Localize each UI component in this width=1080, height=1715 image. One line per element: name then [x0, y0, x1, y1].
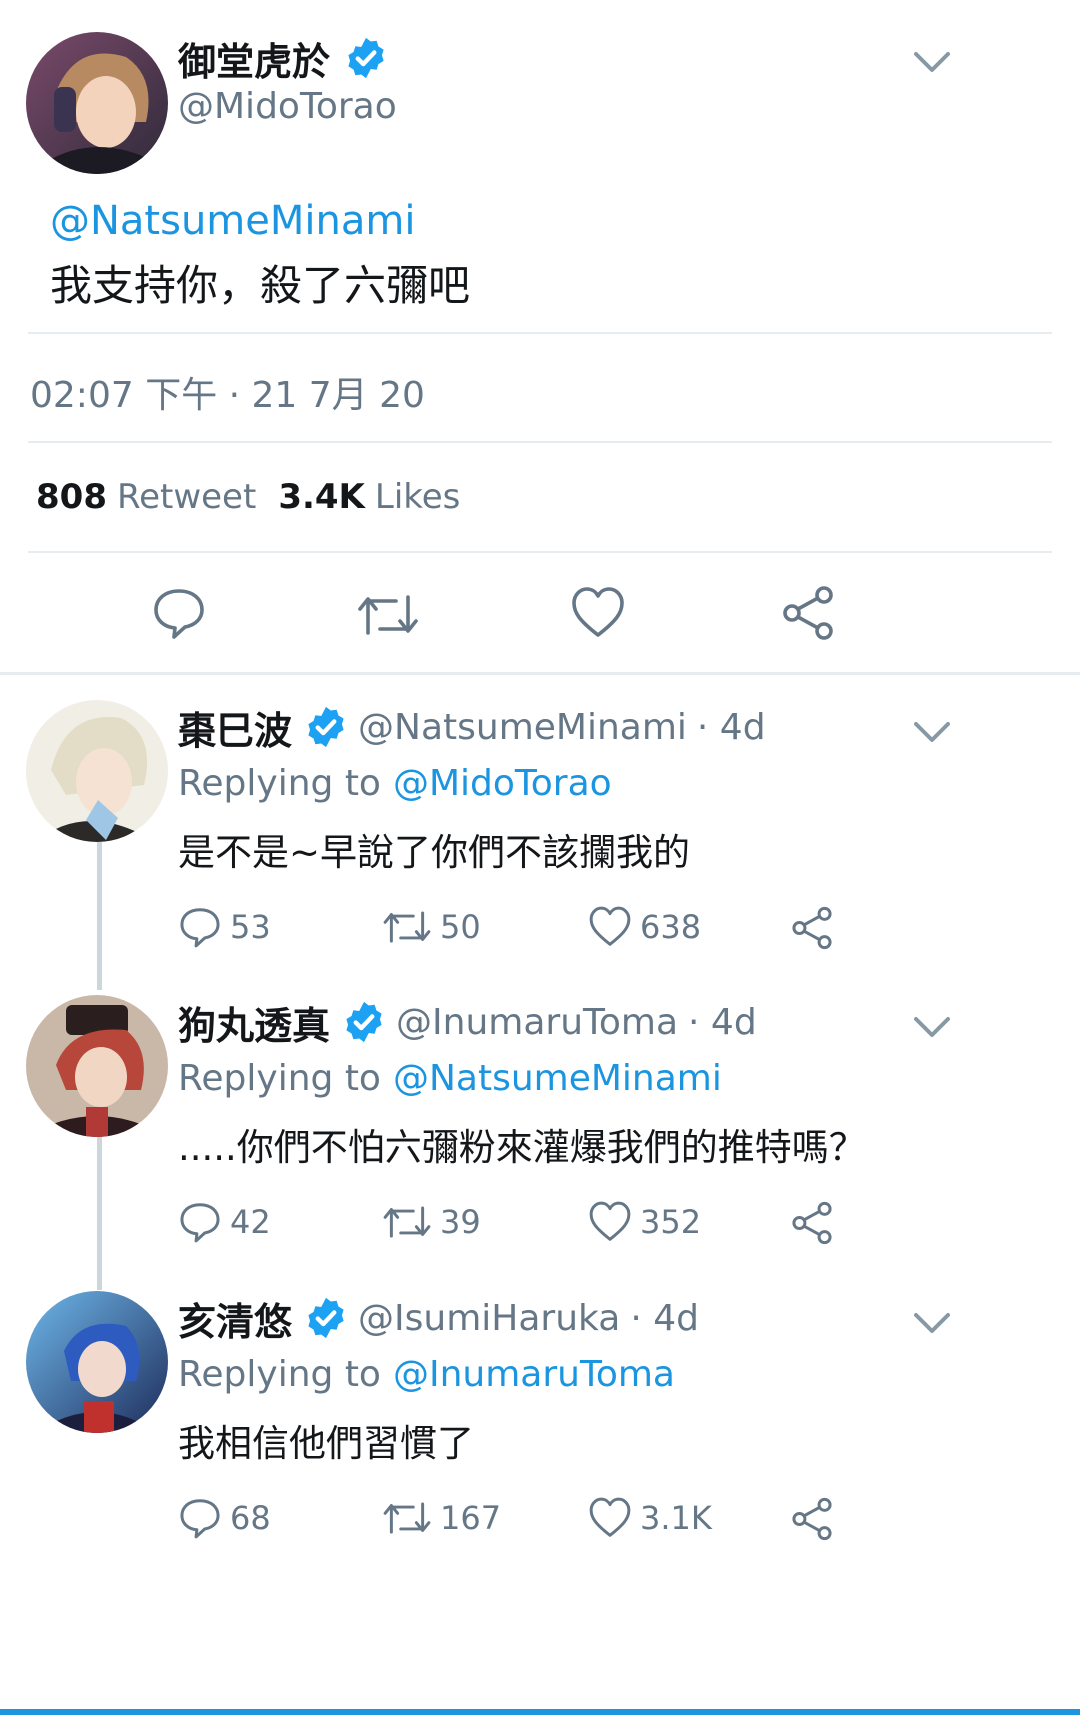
- reply-age: · 4d: [688, 1001, 757, 1043]
- reply-author-name[interactable]: 亥清悠: [178, 1291, 292, 1346]
- reply-count: 68: [230, 1499, 271, 1537]
- replying-to-link[interactable]: @MidoTorao: [393, 763, 612, 804]
- chevron-down-icon[interactable]: [912, 720, 952, 744]
- reply-text: .....你們不怕六彌粉來灌爆我們的推特嗎？: [178, 1126, 866, 1169]
- share-icon[interactable]: [790, 1201, 834, 1245]
- reply-text: 是不是~早說了你們不該攔我的: [178, 831, 691, 874]
- reply-age: · 4d: [630, 1297, 699, 1339]
- like-icon: [589, 1201, 631, 1241]
- verified-badge-icon: [308, 706, 344, 748]
- verified-badge-icon: [346, 1001, 382, 1043]
- reply-icon[interactable]: [151, 585, 207, 641]
- reply-author-handle[interactable]: @InumaruToma: [396, 1002, 678, 1043]
- retweet-icon: [383, 1502, 431, 1534]
- reply-count: 53: [230, 908, 271, 946]
- share-icon[interactable]: [780, 585, 836, 641]
- verified-badge-icon: [348, 37, 384, 79]
- retweet-count: 39: [440, 1203, 481, 1241]
- share-icon[interactable]: [790, 1497, 834, 1541]
- reply-age: · 4d: [696, 706, 766, 748]
- main-tweet-timestamp: 02:07 下午 · 21 7月 20: [30, 375, 425, 416]
- chevron-down-icon[interactable]: [912, 1015, 952, 1039]
- verified-badge-icon: [308, 1297, 344, 1339]
- reply-count: 42: [230, 1203, 271, 1241]
- bottom-accent-bar: [0, 1709, 1080, 1715]
- retweet-icon: [383, 1206, 431, 1238]
- like-count: 352: [640, 1203, 702, 1241]
- like-count: 638: [640, 908, 702, 946]
- reply-author-name[interactable]: 狗丸透真: [178, 995, 330, 1050]
- retweet-label[interactable]: Retweet: [117, 477, 256, 517]
- like-action[interactable]: 352: [588, 1200, 701, 1244]
- replying-to-link[interactable]: @NatsumeMinami: [393, 1058, 722, 1099]
- divider: [28, 332, 1052, 334]
- chevron-down-icon[interactable]: [912, 50, 952, 74]
- reply-icon: [180, 1499, 220, 1539]
- divider: [28, 551, 1052, 553]
- reply-action[interactable]: 68: [178, 1496, 271, 1540]
- like-count[interactable]: 3.4K: [278, 477, 365, 517]
- replying-to-label: Replying to: [178, 1058, 381, 1099]
- engagement-stats: 808 Retweet 3.4K Likes: [36, 477, 460, 517]
- reply-author-handle[interactable]: @NatsumeMinami: [358, 707, 687, 748]
- reply-author-avatar[interactable]: [26, 700, 168, 842]
- retweet-count: 50: [440, 908, 481, 946]
- main-author-avatar[interactable]: [26, 32, 168, 174]
- replying-to-label: Replying to: [178, 763, 381, 804]
- reply-author-name[interactable]: 棗巳波: [178, 700, 292, 755]
- reply-action[interactable]: 42: [178, 1200, 271, 1244]
- retweet-count[interactable]: 808: [36, 477, 107, 517]
- reply-text: 我相信他們習慣了: [178, 1422, 474, 1465]
- reply-action[interactable]: 53: [178, 905, 271, 949]
- divider: [28, 441, 1052, 443]
- reply-author-avatar[interactable]: [26, 995, 168, 1137]
- section-separator: [0, 672, 1080, 675]
- chevron-down-icon[interactable]: [912, 1311, 952, 1335]
- like-icon[interactable]: [570, 585, 626, 641]
- main-author-name[interactable]: 御堂虎於: [178, 31, 330, 86]
- replying-to-link[interactable]: @InumaruToma: [393, 1354, 675, 1395]
- like-action[interactable]: 638: [588, 905, 701, 949]
- like-icon: [589, 1497, 631, 1537]
- thread-line: [97, 1128, 102, 1290]
- reply-author-handle[interactable]: @IsumiHaruka: [358, 1298, 620, 1339]
- like-icon: [589, 906, 631, 946]
- replying-to-label: Replying to: [178, 1354, 381, 1395]
- retweet-icon: [383, 911, 431, 943]
- like-label[interactable]: Likes: [375, 477, 461, 517]
- like-action[interactable]: 3.1K: [588, 1496, 712, 1540]
- thread-line: [97, 835, 102, 990]
- reply-icon: [180, 908, 220, 948]
- main-tweet-text: 我支持你，殺了六彌吧: [50, 261, 471, 310]
- retweet-action[interactable]: 167: [382, 1496, 501, 1540]
- like-count: 3.1K: [640, 1499, 712, 1537]
- reply-icon: [180, 1203, 220, 1243]
- retweet-action[interactable]: 50: [382, 905, 481, 949]
- main-author-handle[interactable]: @MidoTorao: [178, 86, 397, 127]
- retweet-action[interactable]: 39: [382, 1200, 481, 1244]
- reply-author-avatar[interactable]: [26, 1291, 168, 1433]
- retweet-icon[interactable]: [356, 587, 420, 643]
- retweet-count: 167: [440, 1499, 502, 1537]
- main-tweet-mention[interactable]: @NatsumeMinami: [50, 198, 415, 244]
- share-icon[interactable]: [790, 906, 834, 950]
